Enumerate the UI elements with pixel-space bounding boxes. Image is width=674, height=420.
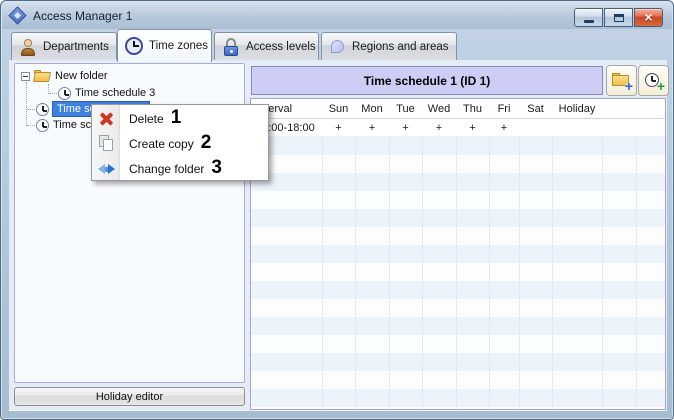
tab-label: Departments <box>43 40 109 53</box>
add-time-schedule-icon <box>644 72 665 94</box>
col-sun: Sun <box>328 102 349 115</box>
clock-icon <box>36 118 49 132</box>
schedule-title: Time schedule 1 (ID 1) <box>363 73 491 88</box>
open-folder-icon <box>32 69 52 83</box>
menu-item-change-folder[interactable]: Change folder 3 <box>92 156 268 181</box>
map-pin-icon <box>331 40 344 53</box>
annotation-2: 2 <box>200 132 212 153</box>
window-title: Access Manager 1 <box>33 8 133 23</box>
menu-item-create-copy[interactable]: Create copy 2 <box>92 131 268 156</box>
titlebar[interactable]: Access Manager 1 <box>2 2 672 29</box>
holiday-editor-button[interactable]: Holiday editor <box>14 387 245 406</box>
copy-icon <box>98 135 115 152</box>
tab-departments[interactable]: Departments <box>11 32 117 61</box>
menu-item-label: Create copy <box>129 136 194 151</box>
lock-icon <box>222 37 240 56</box>
day-cell-mon[interactable]: + <box>355 122 389 134</box>
minimize-button[interactable] <box>574 8 603 27</box>
day-cell-tue[interactable]: + <box>389 122 422 134</box>
tree-item-new-folder[interactable]: New folder <box>15 68 244 84</box>
tab-label: Access levels <box>246 40 316 53</box>
col-thu: Thu <box>463 102 482 115</box>
tree-item-label: New folder <box>55 70 108 82</box>
delete-x-icon <box>98 110 115 127</box>
tab-time-zones[interactable]: Time zones <box>117 29 212 62</box>
tab-access-levels[interactable]: Access levels <box>214 32 319 61</box>
day-cell-thu[interactable]: + <box>456 122 489 134</box>
schedule-title-bar: Time schedule 1 (ID 1) <box>251 66 603 95</box>
maximize-button[interactable] <box>604 8 633 27</box>
day-cell-fri[interactable]: + <box>489 122 519 134</box>
day-cell-sun[interactable]: + <box>322 122 355 134</box>
user-icon <box>19 38 37 56</box>
col-fri: Fri <box>497 102 511 115</box>
col-holiday: Holiday <box>558 102 596 115</box>
menu-item-label: Change folder <box>129 161 205 176</box>
col-wed: Wed <box>427 102 451 115</box>
col-mon: Mon <box>361 102 383 115</box>
clock-icon <box>58 86 71 100</box>
day-cell-wed[interactable]: + <box>422 122 456 134</box>
close-button[interactable] <box>634 8 663 27</box>
add-folder-button[interactable] <box>606 65 637 96</box>
schedule-table: Interval Sun Mon Tue Wed Thu Fri Sat Hol… <box>250 98 666 410</box>
add-schedule-button[interactable] <box>638 65 669 96</box>
tab-label: Regions and areas <box>352 40 449 53</box>
collapse-icon[interactable] <box>21 71 30 81</box>
schedule-row[interactable]: 09:00-18:00 + + + + + + <box>251 119 665 137</box>
close-icon <box>644 9 652 27</box>
tree-item-time-schedule-3[interactable]: Time schedule 3 <box>15 85 244 101</box>
tab-regions-and-areas[interactable]: Regions and areas <box>321 32 457 61</box>
col-sat: Sat <box>527 102 544 115</box>
clock-icon <box>36 102 49 116</box>
app-icon <box>8 6 27 25</box>
context-menu: Delete 1 Create copy 2 Change folder 3 <box>91 104 269 181</box>
col-tue: Tue <box>396 102 415 115</box>
tree-item-label: Time schedule 3 <box>75 87 156 99</box>
menu-item-label: Delete <box>129 111 164 126</box>
minimize-icon <box>583 20 594 23</box>
tab-label: Time zones <box>149 40 209 52</box>
app-window: Access Manager 1 Departments Time zones … <box>0 0 674 420</box>
clock-icon <box>125 37 143 55</box>
table-header: Interval Sun Mon Tue Wed Thu Fri Sat Hol… <box>251 99 665 119</box>
window-controls <box>574 8 663 27</box>
maximize-icon <box>613 13 624 22</box>
add-folder-icon <box>612 72 633 94</box>
annotation-1: 1 <box>170 107 182 128</box>
change-folder-arrows-icon <box>98 160 115 177</box>
annotation-3: 3 <box>211 157 222 178</box>
menu-item-delete[interactable]: Delete 1 <box>92 106 268 131</box>
